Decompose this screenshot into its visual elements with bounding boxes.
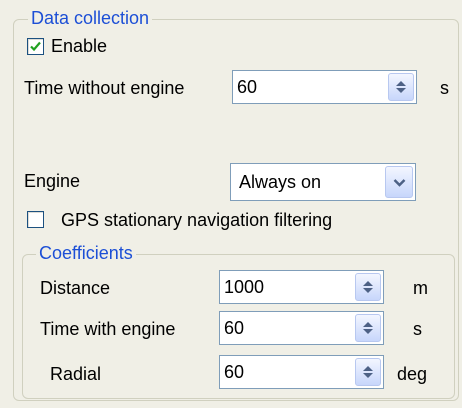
time-with-engine-value[interactable]: 60 <box>224 312 244 344</box>
radial-spin-buttons[interactable] <box>355 358 381 386</box>
radial-unit: deg <box>397 364 428 384</box>
time-with-engine-spin-buttons[interactable] <box>355 314 381 342</box>
data-collection-title: Data collection <box>28 8 153 28</box>
chevron-down-icon <box>393 179 406 187</box>
distance-unit: m <box>413 278 428 298</box>
time-with-engine-spinbox[interactable]: 60 <box>219 311 384 345</box>
coefficients-title: Coefficients <box>36 243 136 263</box>
engine-label: Engine <box>24 171 81 191</box>
engine-dropdown[interactable]: Always on <box>230 163 416 201</box>
radial-label: Radial <box>50 364 102 384</box>
spin-down-icon[interactable] <box>363 288 373 293</box>
spin-down-icon[interactable] <box>363 373 373 378</box>
distance-value[interactable]: 1000 <box>224 271 264 303</box>
spin-down-icon[interactable] <box>363 329 373 334</box>
spin-down-icon[interactable] <box>396 88 406 93</box>
enable-label: Enable <box>51 36 108 56</box>
distance-label: Distance <box>40 278 111 298</box>
gps-filtering-checkbox[interactable] <box>27 211 44 228</box>
gps-filtering-label: GPS stationary navigation filtering <box>61 210 333 230</box>
time-with-engine-label: Time with engine <box>40 319 176 339</box>
spin-up-icon[interactable] <box>396 81 406 86</box>
time-without-engine-value[interactable]: 60 <box>237 71 257 103</box>
distance-spinbox[interactable]: 1000 <box>219 270 384 304</box>
spin-up-icon[interactable] <box>363 366 373 371</box>
enable-checkbox[interactable] <box>27 38 44 55</box>
time-without-engine-label: Time without engine <box>24 78 185 98</box>
time-with-engine-unit: s <box>413 319 422 339</box>
engine-selected-value: Always on <box>239 172 322 192</box>
radial-value[interactable]: 60 <box>224 356 244 388</box>
time-without-engine-spin-buttons[interactable] <box>388 73 414 101</box>
radial-spinbox[interactable]: 60 <box>219 355 384 389</box>
spin-up-icon[interactable] <box>363 322 373 327</box>
time-without-engine-spinbox[interactable]: 60 <box>232 70 417 104</box>
checkmark-icon <box>30 41 41 52</box>
spin-up-icon[interactable] <box>363 281 373 286</box>
time-without-engine-unit: s <box>440 78 449 98</box>
engine-dropdown-button[interactable] <box>385 166 413 198</box>
distance-spin-buttons[interactable] <box>355 273 381 301</box>
